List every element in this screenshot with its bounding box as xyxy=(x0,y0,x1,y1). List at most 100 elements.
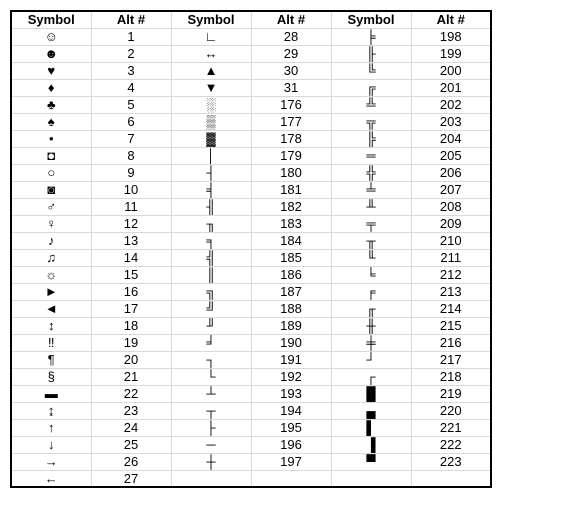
symbol-cell: ▒ xyxy=(171,113,251,130)
alt-number-cell: 8 xyxy=(91,147,171,164)
symbol-cell: ┬ xyxy=(171,402,251,419)
table-row: ▬22┴193█219 xyxy=(11,385,491,402)
symbol-cell: ▀ xyxy=(331,453,411,470)
alt-number-cell: 31 xyxy=(251,79,331,96)
alt-number-cell: 203 xyxy=(411,113,491,130)
symbol-cell: ╗ xyxy=(171,283,251,300)
alt-number-cell: 212 xyxy=(411,266,491,283)
symbol-cell: ┐ xyxy=(171,351,251,368)
alt-number-cell: 220 xyxy=(411,402,491,419)
alt-number-cell: 211 xyxy=(411,249,491,266)
table-row: ♦4▼31╔201 xyxy=(11,79,491,96)
symbol-cell: ○ xyxy=(11,164,91,181)
header-symbol-1: Symbol xyxy=(11,11,91,28)
alt-number-cell: 185 xyxy=(251,249,331,266)
header-alt-3: Alt # xyxy=(411,11,491,28)
symbol-cell: ╢ xyxy=(171,198,251,215)
alt-number-cell: 23 xyxy=(91,402,171,419)
alt-number-cell: 197 xyxy=(251,453,331,470)
alt-number-cell: 186 xyxy=(251,266,331,283)
table-row: ♀12╖183╤209 xyxy=(11,215,491,232)
alt-number-cell: 10 xyxy=(91,181,171,198)
table-row: ↓25─196▐222 xyxy=(11,436,491,453)
symbol-cell: ▌ xyxy=(331,419,411,436)
symbol-cell: ╫ xyxy=(331,317,411,334)
alt-number-cell: 215 xyxy=(411,317,491,334)
alt-number-cell: 13 xyxy=(91,232,171,249)
alt-number-cell: 218 xyxy=(411,368,491,385)
table-row: ♠6▒177╦203 xyxy=(11,113,491,130)
symbol-cell: ► xyxy=(11,283,91,300)
alt-number-cell: 189 xyxy=(251,317,331,334)
symbol-cell: ╒ xyxy=(331,283,411,300)
table-row: ◄17╝188╓214 xyxy=(11,300,491,317)
table-row: ☺1∟28╞198 xyxy=(11,28,491,45)
symbol-cell xyxy=(331,470,411,487)
alt-number-cell: 19 xyxy=(91,334,171,351)
alt-number-cell: 16 xyxy=(91,283,171,300)
table-row: ☻2↔29╟199 xyxy=(11,45,491,62)
symbol-cell: ▐ xyxy=(331,436,411,453)
symbol-cell: § xyxy=(11,368,91,385)
table-row: ♫14╣185╙211 xyxy=(11,249,491,266)
table-row: ↕18╜189╫215 xyxy=(11,317,491,334)
symbol-cell: ░ xyxy=(171,96,251,113)
table-row: ►16╗187╒213 xyxy=(11,283,491,300)
symbol-cell: ↕ xyxy=(11,317,91,334)
alt-number-cell: 29 xyxy=(251,45,331,62)
symbol-cell: ─ xyxy=(171,436,251,453)
table-row: ♥3▲30╚200 xyxy=(11,62,491,79)
symbol-cell: ╧ xyxy=(331,181,411,198)
alt-number-cell: 204 xyxy=(411,130,491,147)
symbol-cell: ╪ xyxy=(331,334,411,351)
symbol-cell: ◙ xyxy=(11,181,91,198)
symbol-cell: ╟ xyxy=(331,45,411,62)
alt-number-cell: 191 xyxy=(251,351,331,368)
alt-number-cell xyxy=(411,470,491,487)
symbol-cell: ┼ xyxy=(171,453,251,470)
alt-number-cell: 183 xyxy=(251,215,331,232)
symbol-cell: ☺ xyxy=(11,28,91,45)
symbol-cell: ▬ xyxy=(11,385,91,402)
symbol-cell: ╓ xyxy=(331,300,411,317)
alt-number-cell: 201 xyxy=(411,79,491,96)
symbol-cell: ♦ xyxy=(11,79,91,96)
symbol-cell: ╩ xyxy=(331,96,411,113)
alt-number-cell: 200 xyxy=(411,62,491,79)
alt-number-cell: 210 xyxy=(411,232,491,249)
alt-number-cell: 18 xyxy=(91,317,171,334)
alt-number-cell: 206 xyxy=(411,164,491,181)
alt-number-cell: 179 xyxy=(251,147,331,164)
symbol-cell: • xyxy=(11,130,91,147)
symbol-cell: ╖ xyxy=(171,215,251,232)
table-body: ☺1∟28╞198☻2↔29╟199♥3▲30╚200♦4▼31╔201♣5░1… xyxy=(11,28,491,487)
alt-number-cell: 214 xyxy=(411,300,491,317)
alt-number-cell: 178 xyxy=(251,130,331,147)
alt-number-cell: 196 xyxy=(251,436,331,453)
alt-number-cell: 209 xyxy=(411,215,491,232)
alt-number-cell xyxy=(251,470,331,487)
table-row: ♂11╢182╨208 xyxy=(11,198,491,215)
symbol-cell: ╚ xyxy=(331,62,411,79)
alt-number-cell: 180 xyxy=(251,164,331,181)
alt-number-cell: 182 xyxy=(251,198,331,215)
alt-number-cell: 30 xyxy=(251,62,331,79)
alt-number-cell: 219 xyxy=(411,385,491,402)
alt-number-cell: 15 xyxy=(91,266,171,283)
symbol-cell: ∟ xyxy=(171,28,251,45)
symbol-cell: ├ xyxy=(171,419,251,436)
alt-number-cell: 192 xyxy=(251,368,331,385)
symbol-cell: ┤ xyxy=(171,164,251,181)
symbol-cell: ▄ xyxy=(331,402,411,419)
symbol-cell: ╣ xyxy=(171,249,251,266)
symbol-cell: ▼ xyxy=(171,79,251,96)
alt-number-cell: 195 xyxy=(251,419,331,436)
alt-number-cell: 5 xyxy=(91,96,171,113)
alt-number-cell: 2 xyxy=(91,45,171,62)
alt-number-cell: 199 xyxy=(411,45,491,62)
alt-number-cell: 4 xyxy=(91,79,171,96)
table-row: ◙10╡181╧207 xyxy=(11,181,491,198)
alt-number-cell: 184 xyxy=(251,232,331,249)
alt-number-cell: 17 xyxy=(91,300,171,317)
symbol-cell: ♥ xyxy=(11,62,91,79)
